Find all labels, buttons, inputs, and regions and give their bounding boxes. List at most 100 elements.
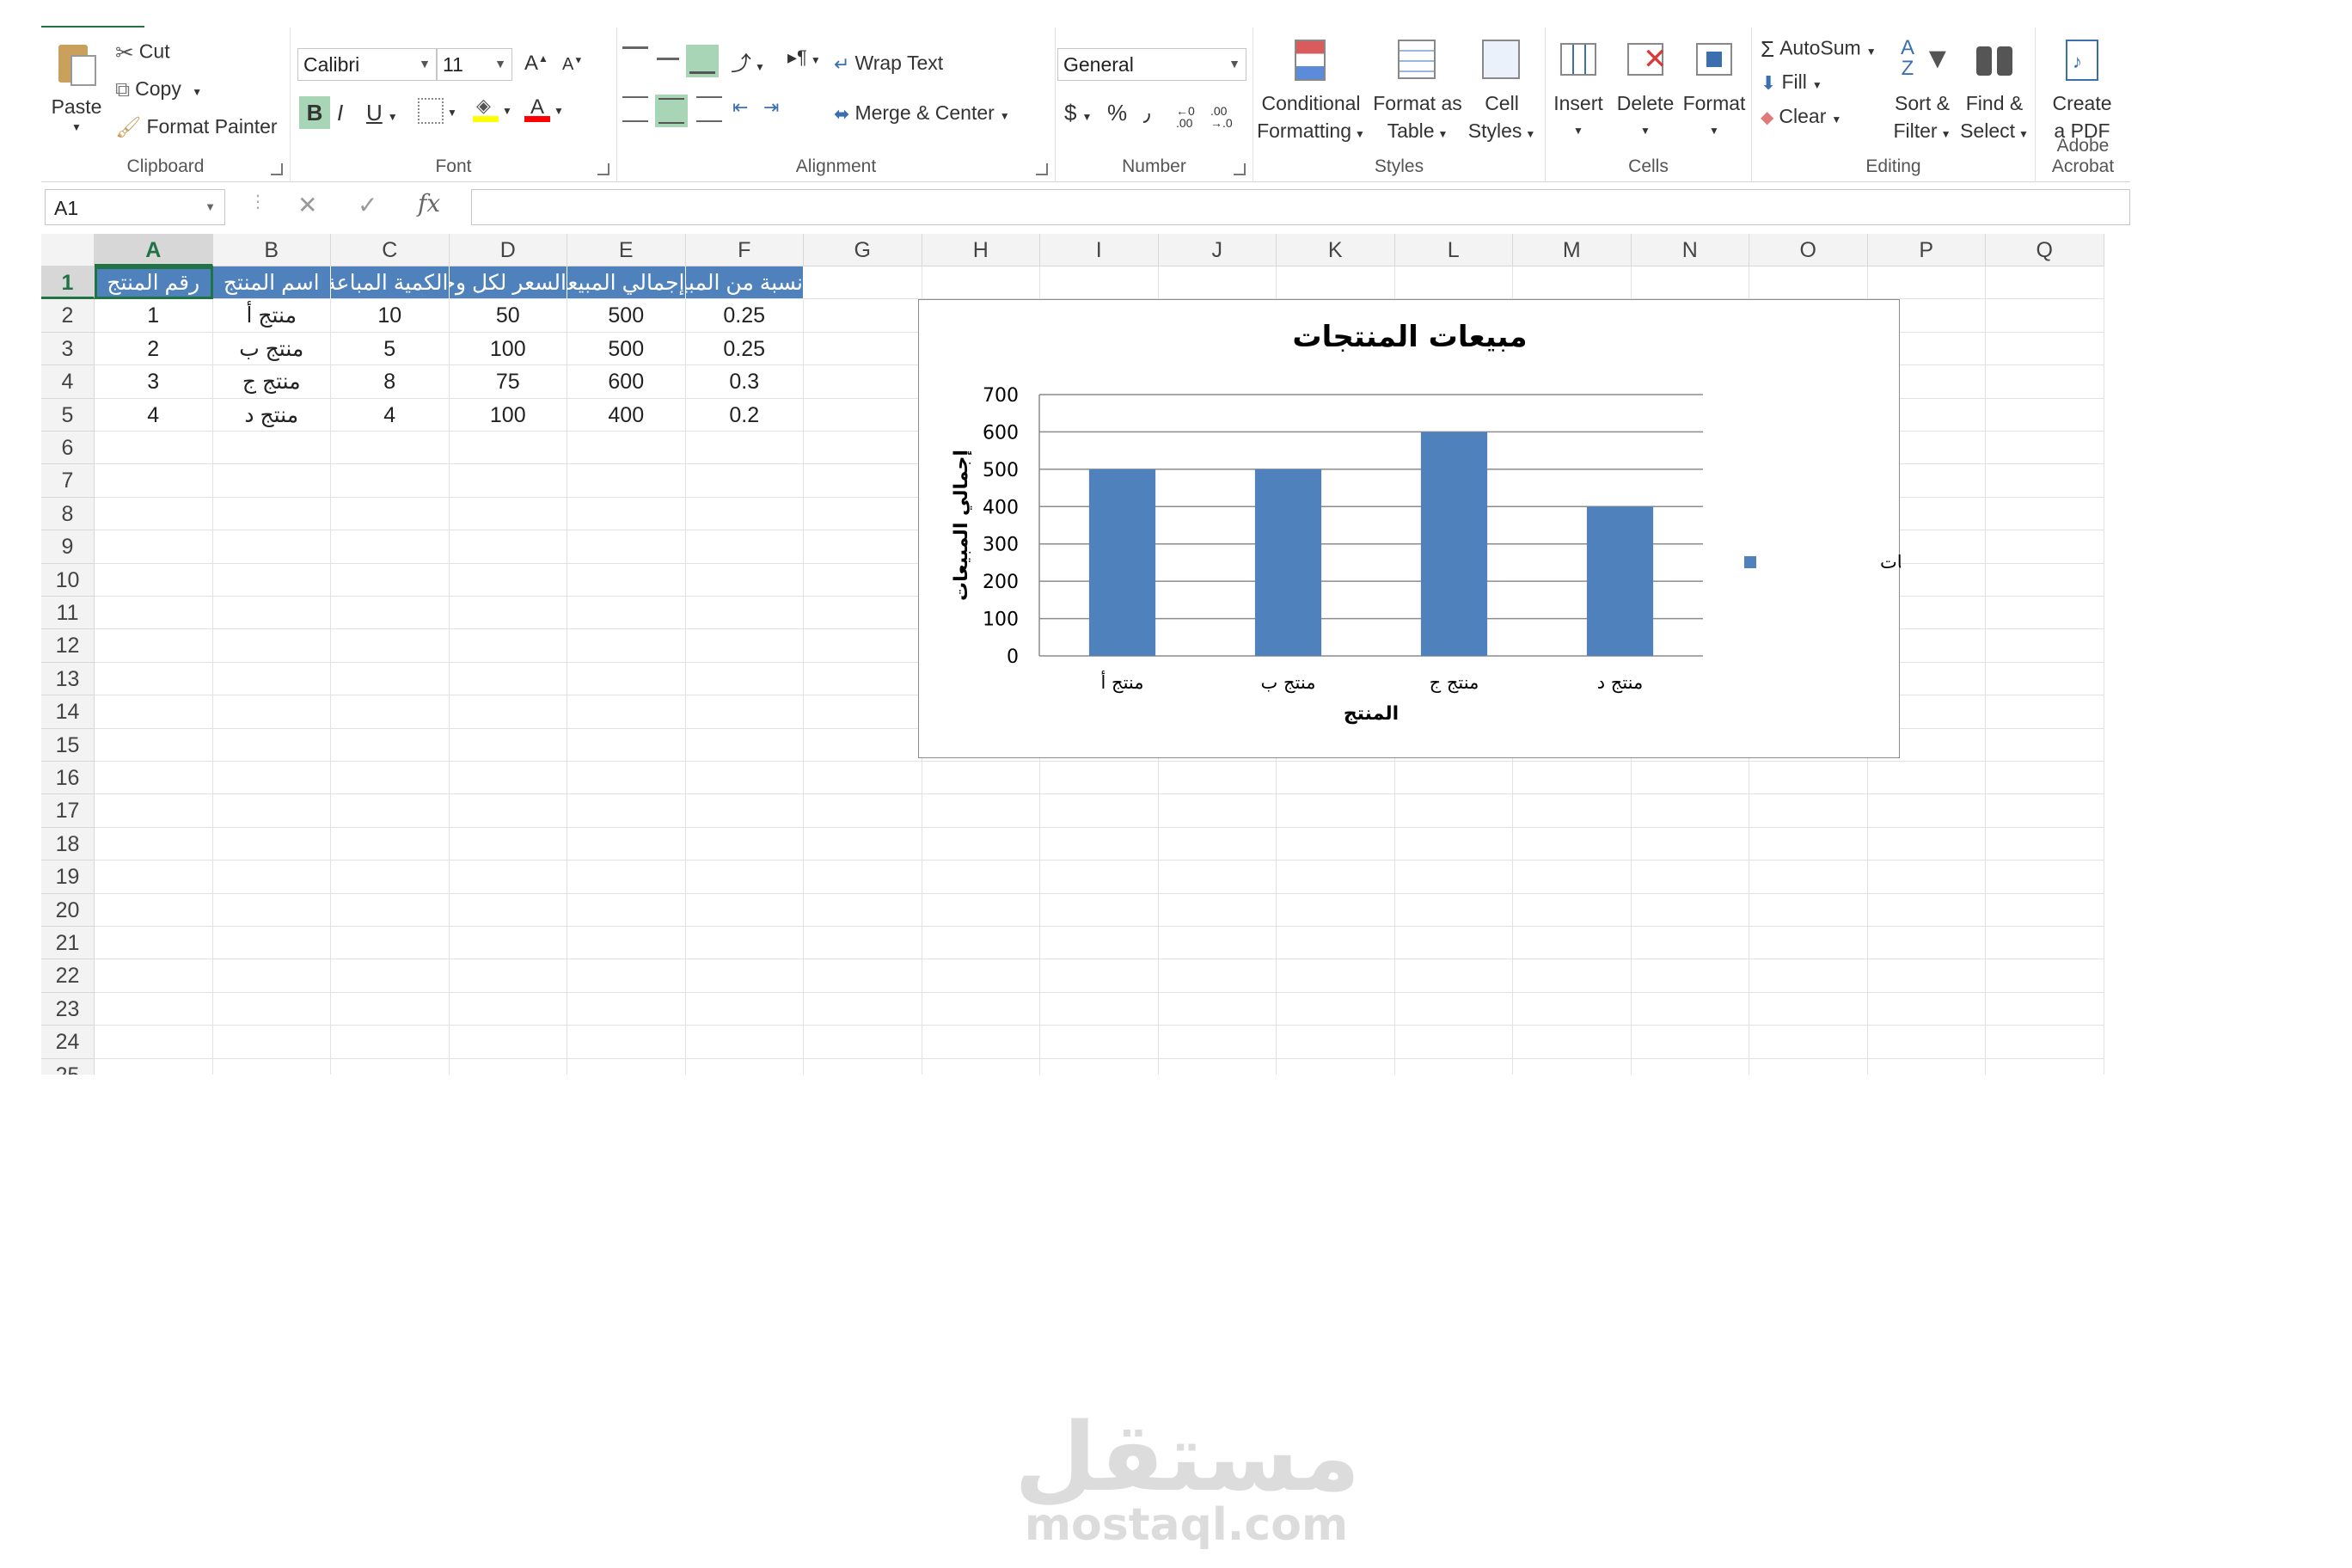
- cell-b20[interactable]: [212, 893, 331, 927]
- cell-f9[interactable]: [685, 530, 804, 564]
- increase-decimal-button[interactable]: ←0.00: [1176, 105, 1195, 129]
- row-header-4[interactable]: 4: [41, 365, 95, 399]
- cell-n20[interactable]: [1631, 893, 1749, 927]
- cell-c18[interactable]: [331, 827, 450, 861]
- cell-h17[interactable]: [922, 794, 1040, 828]
- cell-o24[interactable]: [1749, 1026, 1868, 1059]
- sales-chart[interactable]: مبيعات المنتجات 0 100 200 300 400 500 600 700 منت…: [918, 299, 2001, 758]
- cell-g19[interactable]: [804, 861, 922, 894]
- cell-j1[interactable]: [1158, 266, 1277, 300]
- row-header-15[interactable]: 15: [41, 728, 95, 762]
- wrap-text-button[interactable]: ↵ Wrap Text: [834, 52, 943, 76]
- cell-e22[interactable]: [567, 959, 686, 993]
- cell-f18[interactable]: [685, 827, 804, 861]
- column-header-k[interactable]: K: [1277, 234, 1395, 266]
- font-launcher-icon[interactable]: [597, 163, 609, 175]
- cell-c6[interactable]: [331, 432, 450, 465]
- cell-p21[interactable]: [1867, 927, 1986, 960]
- row-header-3[interactable]: 3: [41, 332, 95, 366]
- cell-e25[interactable]: [567, 1058, 686, 1075]
- cell-c13[interactable]: [331, 662, 450, 696]
- underline-button[interactable]: U ▼: [366, 96, 398, 133]
- cell-e11[interactable]: [567, 597, 686, 630]
- cell-m19[interactable]: [1513, 861, 1632, 894]
- cell-i20[interactable]: [1040, 893, 1159, 927]
- enter-button[interactable]: ✓: [358, 191, 377, 219]
- cell-g10[interactable]: [804, 563, 922, 597]
- cell-e21[interactable]: [567, 927, 686, 960]
- cell-n19[interactable]: [1631, 861, 1749, 894]
- cell-p20[interactable]: [1867, 893, 1986, 927]
- cell-o23[interactable]: [1749, 992, 1868, 1026]
- cell-f13[interactable]: [685, 662, 804, 696]
- increase-indent-button[interactable]: ⇥: [763, 96, 779, 119]
- bold-button[interactable]: B: [299, 96, 330, 129]
- cell-d9[interactable]: [449, 530, 567, 564]
- cell-d3[interactable]: 100: [449, 332, 567, 366]
- cell-j25[interactable]: [1159, 1058, 1277, 1075]
- cell-g1[interactable]: [804, 266, 922, 300]
- conditional-formatting-button[interactable]: Conditional Formatting ▼: [1255, 36, 1367, 148]
- column-header-h[interactable]: H: [922, 234, 1040, 266]
- cell-e2[interactable]: 500: [567, 299, 686, 333]
- cell-i24[interactable]: [1040, 1026, 1159, 1059]
- cell-h1[interactable]: [922, 266, 1040, 300]
- cell-d7[interactable]: [449, 464, 567, 498]
- cell-d5[interactable]: 100: [449, 398, 567, 432]
- cell-i18[interactable]: [1040, 827, 1159, 861]
- cell-l1[interactable]: [1394, 266, 1513, 300]
- cell-q13[interactable]: [1986, 662, 2104, 696]
- column-header-e[interactable]: E: [567, 234, 686, 266]
- column-header-c[interactable]: C: [331, 234, 450, 266]
- cell-d20[interactable]: [449, 893, 567, 927]
- cell-h23[interactable]: [922, 992, 1040, 1026]
- cell-d2[interactable]: 50: [449, 299, 567, 333]
- cell-f8[interactable]: [685, 497, 804, 531]
- cell-f11[interactable]: [685, 597, 804, 630]
- cell-b24[interactable]: [212, 1026, 331, 1059]
- cell-n16[interactable]: [1631, 762, 1749, 795]
- cell-l16[interactable]: [1394, 762, 1513, 795]
- cell-g15[interactable]: [804, 728, 922, 762]
- cell-k19[interactable]: [1277, 861, 1395, 894]
- cell-d17[interactable]: [449, 794, 567, 828]
- cell-a11[interactable]: [95, 597, 213, 630]
- cell-c11[interactable]: [331, 597, 450, 630]
- cell-c2[interactable]: 10: [331, 299, 450, 333]
- cell-h22[interactable]: [922, 959, 1040, 993]
- row-header-11[interactable]: 11: [41, 597, 95, 630]
- cell-o18[interactable]: [1749, 827, 1868, 861]
- increase-font-button[interactable]: A▲: [524, 52, 548, 76]
- cell-a16[interactable]: [95, 762, 213, 795]
- cell-m1[interactable]: [1513, 266, 1632, 300]
- cell-q7[interactable]: [1986, 464, 2104, 498]
- cell-c1[interactable]: الكمية المباعة: [331, 266, 450, 300]
- cell-m18[interactable]: [1513, 827, 1632, 861]
- clipboard-launcher-icon[interactable]: [271, 163, 283, 175]
- align-top-button[interactable]: [622, 46, 648, 72]
- cell-q24[interactable]: [1986, 1026, 2104, 1059]
- cell-a1[interactable]: رقم المنتج: [95, 266, 213, 300]
- cell-j17[interactable]: [1158, 794, 1277, 828]
- decrease-decimal-button[interactable]: .00 →.0: [1210, 105, 1233, 129]
- cell-d19[interactable]: [449, 861, 567, 894]
- column-header-b[interactable]: B: [212, 234, 331, 266]
- cell-a18[interactable]: [95, 827, 213, 861]
- cell-h16[interactable]: [922, 762, 1040, 795]
- cell-h21[interactable]: [922, 927, 1040, 960]
- cell-k24[interactable]: [1277, 1026, 1395, 1059]
- cell-d18[interactable]: [449, 827, 567, 861]
- cell-k17[interactable]: [1277, 794, 1395, 828]
- cell-a15[interactable]: [95, 728, 213, 762]
- cell-e1[interactable]: إجمالي المبيعات: [567, 266, 686, 300]
- row-header-9[interactable]: 9: [41, 530, 95, 564]
- cell-o1[interactable]: [1749, 266, 1868, 300]
- column-header-d[interactable]: D: [449, 234, 567, 266]
- cell-e18[interactable]: [567, 827, 686, 861]
- row-header-10[interactable]: 10: [41, 563, 95, 597]
- cell-q6[interactable]: [1986, 432, 2104, 465]
- paste-button[interactable]: Paste ▼: [46, 40, 107, 134]
- cell-g7[interactable]: [804, 464, 922, 498]
- cell-q19[interactable]: [1986, 861, 2104, 894]
- cell-i25[interactable]: [1040, 1058, 1159, 1075]
